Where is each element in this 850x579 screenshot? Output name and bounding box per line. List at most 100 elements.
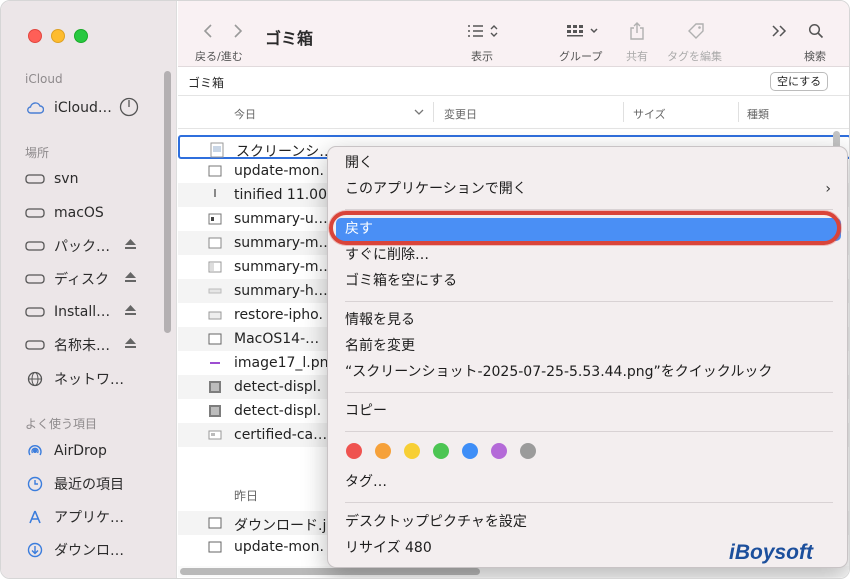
image-file-icon: [208, 356, 222, 370]
column-size[interactable]: サイズ: [633, 106, 666, 122]
minimize-button[interactable]: [51, 29, 65, 43]
zoom-button[interactable]: [74, 29, 88, 43]
image-file-icon: [208, 236, 222, 250]
sidebar-item-label: 最近の項目: [54, 477, 124, 493]
sidebar-item-label: ダウンロ…: [54, 543, 124, 559]
search-button[interactable]: [806, 19, 826, 43]
tag-green-dot[interactable]: [433, 443, 449, 459]
share-label: 共有: [626, 50, 648, 63]
sidebar-item-downloads[interactable]: ダウンロ…: [25, 538, 173, 562]
menu-separator: [345, 502, 833, 503]
column-separator: [738, 102, 739, 122]
image-file-icon: [208, 428, 222, 442]
column-kind[interactable]: 種類: [747, 106, 769, 122]
column-modified[interactable]: 変更日: [444, 106, 477, 122]
menu-item-open-with[interactable]: このアプリケーションで開く ›: [336, 178, 841, 201]
sidebar-item-pack[interactable]: パック…: [25, 234, 173, 258]
image-file-icon: [208, 516, 222, 530]
sidebar-item-svn[interactable]: svn: [25, 167, 173, 191]
group-label: グループ: [559, 50, 603, 63]
more-button[interactable]: [770, 19, 790, 43]
chevron-left-icon: [203, 24, 212, 38]
menu-item-get-info[interactable]: 情報を見る: [336, 309, 841, 332]
menu-item-set-desktop-picture[interactable]: デスクトップピクチャを設定: [336, 511, 841, 534]
eject-icon[interactable]: [124, 271, 137, 287]
sidebar-item-label: Install…: [54, 304, 111, 320]
sidebar-item-airdrop[interactable]: AirDrop: [25, 439, 173, 463]
file-name: ダウンロード.j: [234, 518, 327, 534]
file-name: スクリーンシ…: [236, 144, 334, 160]
sort-chevron-icon[interactable]: [414, 106, 424, 119]
share-icon: [630, 22, 644, 40]
menu-item-tags[interactable]: タグ…: [336, 471, 841, 494]
image-file-icon: [208, 540, 222, 554]
file-name: restore-ipho.: [234, 307, 323, 323]
sidebar-scrollbar[interactable]: [164, 71, 171, 333]
menu-item-rename[interactable]: 名前を変更: [336, 335, 841, 358]
airdrop-icon: [25, 441, 45, 461]
file-name: tinified 11.00.: [234, 187, 332, 203]
tag-blue-dot[interactable]: [462, 443, 478, 459]
empty-trash-button[interactable]: 空にする: [770, 72, 829, 91]
close-button[interactable]: [28, 29, 42, 43]
forward-button[interactable]: [228, 19, 248, 43]
eject-icon[interactable]: [124, 337, 137, 353]
column-name[interactable]: 今日: [234, 106, 256, 122]
applications-icon: [25, 507, 45, 527]
sidebar-item-label: AirDrop: [54, 443, 107, 459]
sidebar-item-label: パック…: [54, 239, 110, 255]
menu-item-open[interactable]: 開く: [336, 152, 841, 175]
tag-orange-dot[interactable]: [375, 443, 391, 459]
tag-yellow-dot[interactable]: [404, 443, 420, 459]
sidebar-item-untitled[interactable]: 名称未…: [25, 333, 173, 357]
back-button[interactable]: [198, 19, 218, 43]
sidebar-item-disk[interactable]: ディスク: [25, 267, 173, 291]
menu-item-empty-trash[interactable]: ゴミ箱を空にする: [336, 270, 841, 293]
sidebar-section-icloud: iCloud: [25, 72, 63, 86]
sidebar-item-label: ディスク: [54, 272, 110, 288]
sidebar-item-label: svn: [54, 171, 79, 187]
file-name: certified-ca…: [234, 427, 328, 443]
column-separator: [623, 102, 624, 122]
sidebar-item-icloud[interactable]: iCloud…: [25, 96, 173, 120]
tag-gray-dot[interactable]: [520, 443, 536, 459]
menu-item-copy[interactable]: コピー: [336, 400, 841, 423]
sidebar-item-macos[interactable]: macOS: [25, 201, 173, 225]
image-file-icon: [208, 284, 222, 298]
column-separator: [433, 102, 434, 122]
sidebar-item-recents[interactable]: 最近の項目: [25, 472, 173, 496]
sidebar-item-label: ネットワ…: [54, 372, 124, 388]
window-controls: [28, 29, 88, 43]
sidebar-item-install[interactable]: Install…: [25, 300, 173, 324]
clock-icon: [25, 474, 45, 494]
menu-item-delete-immediately[interactable]: すぐに削除…: [336, 244, 841, 267]
view-button[interactable]: [465, 19, 503, 43]
finder-window: iCloud iCloud… 場所 svn macOS パック… ディスク In…: [0, 0, 850, 579]
menu-separator: [345, 301, 833, 302]
sidebar-item-applications[interactable]: アプリケ…: [25, 505, 173, 529]
tag-purple-dot[interactable]: [491, 443, 507, 459]
menu-item-quick-look[interactable]: “スクリーンショット-2025-07-25-5.53.44.png”をクイックル…: [336, 361, 841, 384]
search-icon: [808, 23, 824, 39]
eject-icon[interactable]: [124, 238, 137, 254]
eject-icon[interactable]: [124, 304, 137, 320]
group-button[interactable]: [564, 19, 604, 43]
menu-separator: [345, 431, 833, 432]
path-label: ゴミ箱: [188, 76, 225, 90]
external-drive-icon: [25, 269, 45, 289]
view-label: 表示: [471, 50, 493, 63]
file-name: detect-displ.: [234, 403, 322, 419]
sidebar-item-network[interactable]: ネットワ…: [25, 367, 173, 391]
nav-label: 戻る/進む: [195, 50, 243, 63]
path-bar: ゴミ箱 空にする: [178, 67, 849, 96]
file-name: update-mon.: [234, 539, 324, 555]
share-button[interactable]: [627, 19, 647, 43]
tag-edit-button[interactable]: [685, 19, 707, 43]
drive-icon: [25, 169, 45, 189]
sidebar: iCloud iCloud… 場所 svn macOS パック… ディスク In…: [1, 1, 177, 578]
file-name: summary-m…: [234, 235, 333, 251]
scrollbar-thumb[interactable]: [180, 568, 480, 575]
search-label: 検索: [804, 50, 826, 63]
cloud-icon: [25, 98, 45, 118]
tag-red-dot[interactable]: [346, 443, 362, 459]
